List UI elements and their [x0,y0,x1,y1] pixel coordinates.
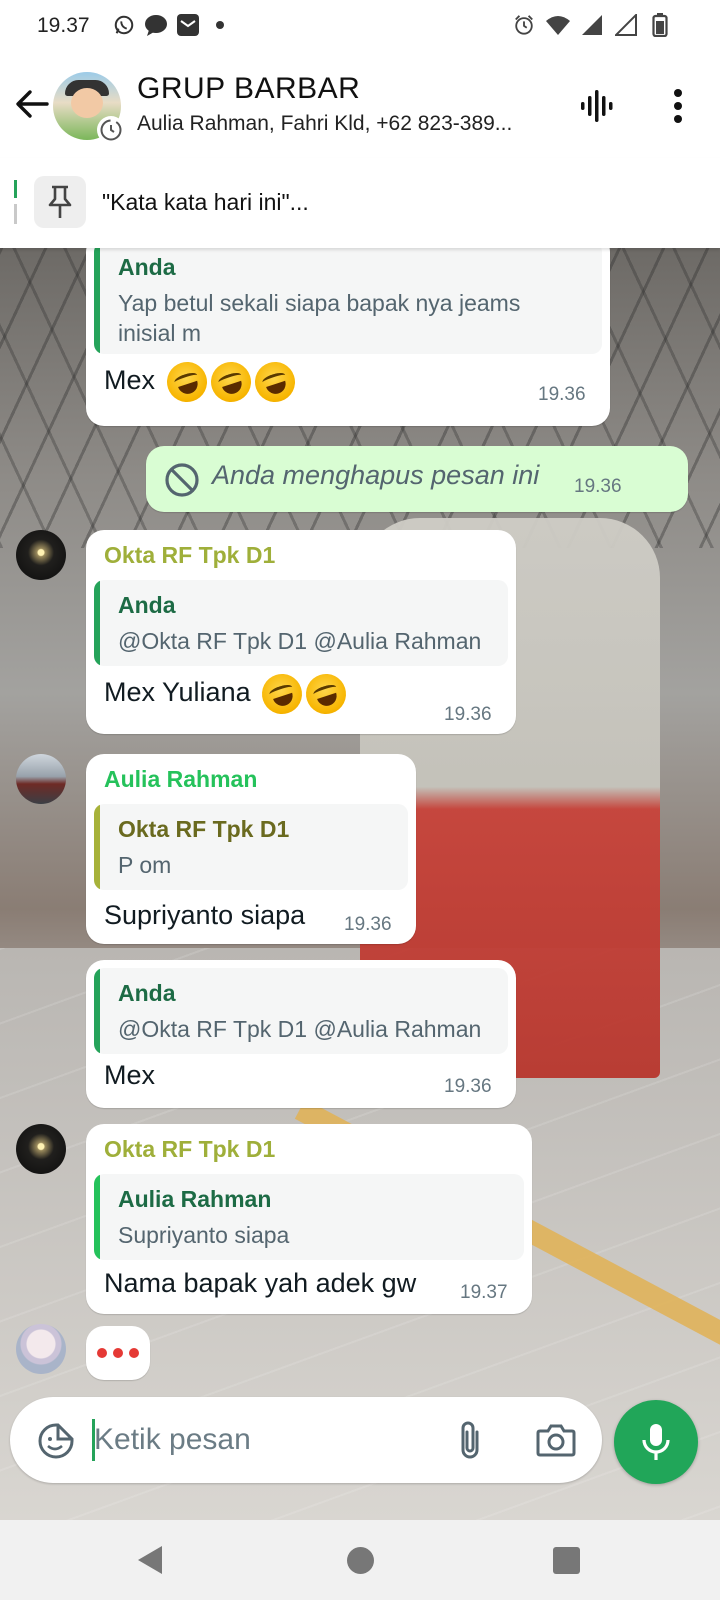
quoted-message[interactable]: Anda Yap betul sekali siapa bapak nya je… [94,248,602,354]
system-nav-bar [0,1520,720,1600]
battery-icon [648,13,672,37]
message-time: 19.36 [574,476,622,497]
avatar[interactable] [16,1124,66,1174]
dot-icon [208,13,232,37]
message-bubble[interactable]: Okta RF Tpk D1 Aulia Rahman Supriyanto s… [86,1124,532,1314]
sticker-button[interactable] [36,1421,76,1461]
blocked-icon [165,463,199,497]
nav-home-icon[interactable] [347,1547,374,1574]
notification-icons [112,13,232,37]
message-bubble[interactable]: Okta RF Tpk D1 Anda @Okta RF Tpk D1 @Aul… [86,530,516,734]
pin-indicator [14,180,17,224]
avatar[interactable] [16,754,66,804]
message-time: 19.37 [460,1282,508,1303]
message-time: 19.36 [444,1076,492,1097]
paperclip-icon [461,1421,479,1459]
quoted-message[interactable]: Okta RF Tpk D1 P om [94,804,408,890]
deleted-message-text: Anda menghapus pesan ini [212,460,540,490]
nav-back-icon[interactable] [134,1544,166,1576]
back-arrow-icon [16,90,49,118]
quoted-sender: Anda [118,592,176,618]
message-bubble[interactable]: Anda Yap betul sekali siapa bapak nya je… [86,248,610,426]
pin-icon [34,176,86,228]
voice-record-button[interactable] [614,1400,698,1484]
avatar[interactable] [16,1324,66,1374]
quoted-message[interactable]: Anda @Okta RF Tpk D1 @Aulia Rahman [94,580,508,666]
typing-indicator [86,1326,150,1380]
sender-name[interactable]: Aulia Rahman [104,766,257,793]
voice-chat-icon [581,90,613,122]
group-members[interactable]: Aulia Rahman, Fahri Kld, +62 823-389... [137,112,557,136]
more-options-button[interactable] [660,84,696,128]
mic-icon [642,1424,670,1460]
message-text-body: Mex [104,365,156,396]
rofl-emoji-icon [249,356,300,408]
system-icons [512,13,672,37]
quoted-text: @Okta RF Tpk D1 @Aulia Rahman [118,628,482,654]
sender-name[interactable]: Okta RF Tpk D1 [104,1136,275,1163]
quoted-sender: Aulia Rahman [118,1186,272,1212]
sender-name[interactable]: Okta RF Tpk D1 [104,542,275,569]
quoted-text: inisial m [118,320,202,346]
attach-button[interactable] [450,1417,490,1463]
message-composer [10,1397,602,1483]
chat-header: GRUP BARBAR Aulia Rahman, Fahri Kld, +62… [0,54,720,212]
rofl-emoji-icon [205,356,256,408]
message-time: 19.36 [344,914,392,935]
disappearing-timer-icon [97,116,125,144]
message-bubble[interactable]: Anda @Okta RF Tpk D1 @Aulia Rahman Mex 1… [86,960,516,1108]
rofl-emoji-icon [161,356,212,408]
pinned-message-text: "Kata kata hari ini"... [102,189,309,215]
status-time: 19.37 [37,14,90,37]
back-button[interactable] [12,84,52,124]
sticker-icon [38,1423,74,1459]
mail-icon [176,13,200,37]
camera-icon [536,1424,576,1457]
voice-chat-button[interactable] [576,84,620,128]
message-text: Mex [104,356,300,408]
quoted-sender: Anda [118,254,176,280]
status-bar: 19.37 [0,0,720,54]
whatsapp-icon [112,13,136,37]
camera-button[interactable] [534,1419,578,1461]
pinned-message-bar[interactable]: "Kata kata hari ini"... [0,158,720,248]
alarm-icon [512,13,536,37]
chat-area[interactable]: Anda Yap betul sekali siapa bapak nya je… [0,248,720,1520]
message-bubble[interactable]: Aulia Rahman Okta RF Tpk D1 P om Supriya… [86,754,416,944]
nav-recents-icon[interactable] [553,1547,580,1574]
message-text: Mex Yuliana [104,668,352,720]
message-text: Nama bapak yah adek gw [104,1268,417,1298]
quoted-text: @Okta RF Tpk D1 @Aulia Rahman [118,1016,482,1042]
message-text-body: Mex Yuliana [104,677,251,708]
chat-bubble-icon [144,13,168,37]
signal-outline-icon [614,13,638,37]
rofl-emoji-icon [256,668,308,720]
avatar[interactable] [16,530,66,580]
deleted-message-bubble[interactable]: Anda menghapus pesan ini 19.36 [146,446,688,512]
wifi-icon [546,13,570,37]
message-input[interactable] [94,1413,434,1467]
quoted-text: Supriyanto siapa [118,1222,290,1248]
quoted-sender: Anda [118,980,176,1006]
message-text: Mex [104,1060,156,1090]
more-vertical-icon [674,89,682,123]
quoted-sender: Okta RF Tpk D1 [118,816,290,842]
message-time: 19.36 [444,704,492,725]
quoted-message[interactable]: Anda @Okta RF Tpk D1 @Aulia Rahman [94,968,508,1054]
quoted-text: Yap betul sekali siapa bapak nya jeams [118,290,521,316]
message-time: 19.36 [538,384,586,405]
group-title[interactable]: GRUP BARBAR [137,72,360,106]
signal-icon [580,13,604,37]
message-text: Supriyanto siapa [104,900,306,930]
quoted-message[interactable]: Aulia Rahman Supriyanto siapa [94,1174,524,1260]
quoted-text: P om [118,852,172,878]
rofl-emoji-icon [300,668,352,720]
